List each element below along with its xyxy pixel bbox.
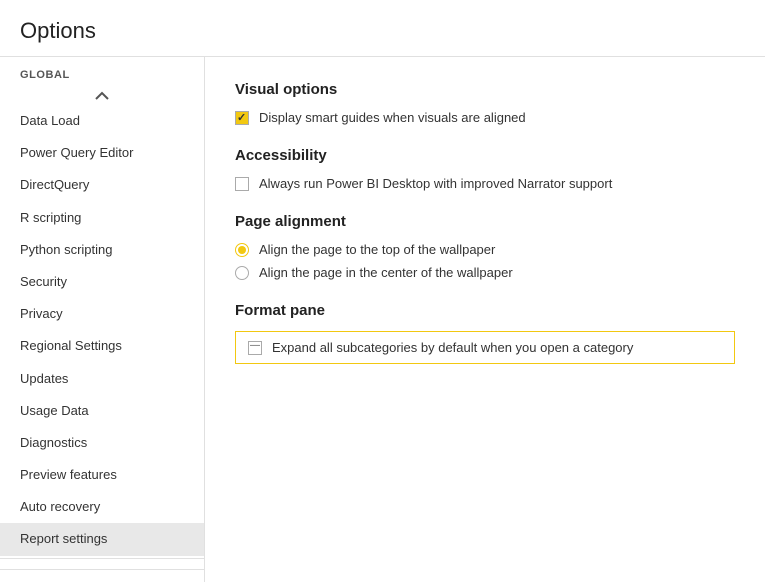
page-alignment-section: Page alignment Align the page to the top… xyxy=(235,213,735,280)
format-pane-box[interactable]: Expand all subcategories by default when… xyxy=(235,331,735,364)
visual-options-title: Visual options xyxy=(235,81,735,98)
align-center-label: Align the page in the center of the wall… xyxy=(259,265,513,280)
visual-options-row-1: Display smart guides when visuals are al… xyxy=(235,110,735,125)
expand-subcategories-checkbox[interactable] xyxy=(248,341,262,355)
format-pane-title: Format pane xyxy=(235,302,735,319)
display-smart-guides-checkbox[interactable] xyxy=(235,111,249,125)
align-top-label: Align the page to the top of the wallpap… xyxy=(259,242,495,257)
global-section-header: GLOBAL xyxy=(0,57,204,87)
sidebar-item-direct-query[interactable]: DirectQuery xyxy=(0,169,204,201)
narrator-support-label: Always run Power BI Desktop with improve… xyxy=(259,176,612,191)
visual-options-section: Visual options Display smart guides when… xyxy=(235,81,735,125)
content-area: Visual options Display smart guides when… xyxy=(205,57,765,582)
sidebar-item-updates[interactable]: Updates xyxy=(0,363,204,395)
page-title: Options xyxy=(0,0,765,57)
scroll-up-button[interactable] xyxy=(0,87,204,105)
narrator-support-checkbox[interactable] xyxy=(235,177,249,191)
accessibility-section: Accessibility Always run Power BI Deskto… xyxy=(235,147,735,191)
sidebar-item-r-scripting[interactable]: R scripting xyxy=(0,202,204,234)
sidebar-item-privacy[interactable]: Privacy xyxy=(0,298,204,330)
sidebar-item-power-query-editor[interactable]: Power Query Editor xyxy=(0,137,204,169)
expand-subcategories-label: Expand all subcategories by default when… xyxy=(272,340,633,355)
page-alignment-title: Page alignment xyxy=(235,213,735,230)
format-pane-section: Format pane Expand all subcategories by … xyxy=(235,302,735,364)
display-smart-guides-label: Display smart guides when visuals are al… xyxy=(259,110,526,125)
current-file-section-header: CURRENT FILE xyxy=(0,569,204,582)
sidebar-item-regional-settings[interactable]: Regional Settings xyxy=(0,330,204,362)
align-top-radio[interactable] xyxy=(235,243,249,257)
page-alignment-row-1: Align the page to the top of the wallpap… xyxy=(235,242,735,257)
align-center-radio[interactable] xyxy=(235,266,249,280)
sidebar: GLOBAL Data Load Power Query Editor Dire… xyxy=(0,57,205,582)
accessibility-title: Accessibility xyxy=(235,147,735,164)
accessibility-row-1: Always run Power BI Desktop with improve… xyxy=(235,176,735,191)
sidebar-item-preview-features[interactable]: Preview features xyxy=(0,459,204,491)
page-alignment-row-2: Align the page in the center of the wall… xyxy=(235,265,735,280)
sidebar-item-python-scripting[interactable]: Python scripting xyxy=(0,234,204,266)
sidebar-item-diagnostics[interactable]: Diagnostics xyxy=(0,427,204,459)
sidebar-item-data-load[interactable]: Data Load xyxy=(0,105,204,137)
sidebar-item-security[interactable]: Security xyxy=(0,266,204,298)
sidebar-item-report-settings[interactable]: Report settings xyxy=(0,523,204,555)
sidebar-item-auto-recovery[interactable]: Auto recovery xyxy=(0,491,204,523)
sidebar-item-usage-data[interactable]: Usage Data xyxy=(0,395,204,427)
